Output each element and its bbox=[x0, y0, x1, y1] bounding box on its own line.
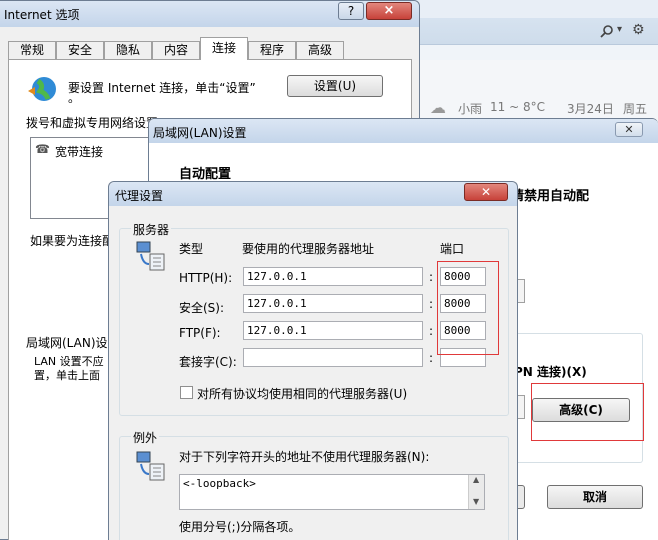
browser-toolbar: ▾ ⚙ bbox=[418, 0, 658, 60]
proxy-hint: 如果要为连接配 bbox=[30, 234, 115, 248]
lan-heading: 局域网(LAN)设 bbox=[26, 336, 108, 350]
search-icon[interactable] bbox=[600, 24, 614, 38]
dialog-title: 代理设置 bbox=[115, 189, 164, 203]
globe-icon bbox=[26, 75, 58, 105]
exceptions-desc: 对于下列字符开头的地址不使用代理服务器(N): bbox=[179, 450, 430, 464]
list-item[interactable]: ☎ 宽带连接 bbox=[35, 141, 155, 159]
http-address-input[interactable]: 127.0.0.1 bbox=[243, 267, 423, 286]
window-title: Internet 选项 bbox=[4, 8, 80, 22]
colon-separator: : bbox=[429, 324, 434, 338]
tab-security[interactable]: 安全 bbox=[56, 41, 104, 59]
ports-highlight bbox=[437, 261, 499, 355]
browser-menu-strip bbox=[418, 0, 658, 18]
gear-icon[interactable]: ⚙ bbox=[632, 22, 648, 38]
close-button[interactable]: ✕ bbox=[615, 122, 643, 137]
secure-label: 安全(S): bbox=[179, 301, 225, 315]
exceptions-icon bbox=[135, 450, 167, 482]
weather-condition: 小雨 bbox=[458, 102, 483, 116]
auto-config-tail: 请禁用自动配 bbox=[511, 189, 590, 204]
tab-bar: 常规 安全 隐私 内容 连接 程序 高级 bbox=[8, 37, 412, 60]
col-port-header: 端口 bbox=[440, 242, 465, 256]
setup-button[interactable]: 设置(U) bbox=[287, 75, 383, 97]
tab-advanced[interactable]: 高级 bbox=[296, 41, 344, 59]
close-icon: ✕ bbox=[480, 185, 492, 199]
colon-separator: : bbox=[429, 297, 434, 311]
tab-content[interactable]: 内容 bbox=[152, 41, 200, 59]
title-bar: Internet 选项 ? × bbox=[0, 1, 419, 27]
tab-programs[interactable]: 程序 bbox=[248, 41, 296, 59]
close-icon: × bbox=[383, 3, 395, 18]
weather-widget: ☁ 小雨 11 ~ 8°C 3月24日 周五 bbox=[430, 98, 658, 120]
setup-text-cont: 。 bbox=[68, 91, 81, 105]
network-icon: ☎ bbox=[35, 142, 50, 156]
temperature: 11 ~ 8°C bbox=[490, 100, 545, 114]
title-bar: 局域网(LAN)设置 ✕ bbox=[149, 119, 658, 143]
setup-text: 要设置 Internet 连接，单击“设置” bbox=[68, 81, 256, 95]
same-proxy-checkbox[interactable] bbox=[180, 386, 193, 399]
socks-label: 套接字(C): bbox=[179, 355, 237, 369]
scroll-up-icon[interactable]: ▲ bbox=[473, 475, 479, 484]
dialog-title: 局域网(LAN)设置 bbox=[153, 126, 247, 140]
weekday: 周五 bbox=[623, 102, 648, 116]
colon-separator: : bbox=[429, 351, 434, 365]
server-icon bbox=[135, 240, 167, 272]
date: 3月24日 bbox=[567, 102, 614, 116]
exceptions-textarea[interactable]: <-loopback> bbox=[179, 474, 485, 510]
browser-tab-strip bbox=[418, 44, 658, 60]
help-icon: ? bbox=[347, 4, 355, 18]
vpn-text: PN 连接)(X) bbox=[514, 365, 587, 379]
lan-desc-2: 置，单击上面 bbox=[34, 369, 100, 382]
proxy-settings-dialog: 代理设置 ✕ 服务器 类型 要使用的代理服务器地址 端口 HTTP(H): 12… bbox=[108, 181, 518, 540]
tab-general[interactable]: 常规 bbox=[8, 41, 56, 59]
same-proxy-label: 对所有协议均使用相同的代理服务器(U) bbox=[197, 387, 408, 401]
connection-name: 宽带连接 bbox=[55, 145, 104, 159]
cloud-icon: ☁ bbox=[430, 98, 446, 117]
close-button[interactable]: ✕ bbox=[464, 183, 508, 201]
separator-hint: 使用分号(;)分隔各项。 bbox=[179, 520, 301, 534]
scroll-down-icon[interactable]: ▼ bbox=[473, 497, 479, 506]
help-button[interactable]: ? bbox=[338, 2, 364, 20]
chevron-down-icon[interactable]: ▾ bbox=[617, 24, 627, 38]
col-type-header: 类型 bbox=[179, 242, 204, 256]
http-label: HTTP(H): bbox=[179, 271, 233, 285]
tab-privacy[interactable]: 隐私 bbox=[104, 41, 152, 59]
ftp-address-input[interactable]: 127.0.0.1 bbox=[243, 321, 423, 340]
exceptions-group-label: 例外 bbox=[131, 429, 160, 446]
colon-separator: : bbox=[429, 270, 434, 284]
title-bar: 代理设置 ✕ bbox=[109, 182, 517, 206]
col-address-header: 要使用的代理服务器地址 bbox=[242, 242, 375, 256]
secure-address-input[interactable]: 127.0.0.1 bbox=[243, 294, 423, 313]
tab-connections[interactable]: 连接 bbox=[200, 37, 248, 60]
advanced-highlight bbox=[531, 383, 644, 441]
scrollbar[interactable]: ▲ ▼ bbox=[468, 475, 484, 509]
close-button[interactable]: × bbox=[366, 2, 412, 20]
close-icon: ✕ bbox=[624, 123, 634, 136]
auto-config-heading: 自动配置 bbox=[179, 167, 232, 182]
ftp-label: FTP(F): bbox=[179, 326, 221, 340]
dialup-heading: 拨号和虚拟专用网络设置 bbox=[26, 116, 159, 130]
socks-address-input[interactable] bbox=[243, 348, 423, 367]
cancel-button[interactable]: 取消 bbox=[547, 485, 643, 509]
servers-group-label: 服务器 bbox=[131, 221, 172, 238]
